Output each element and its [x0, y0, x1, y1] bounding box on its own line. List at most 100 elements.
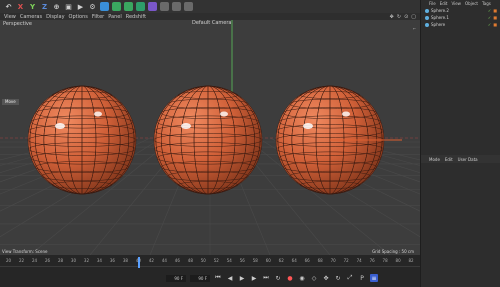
last-frame-icon[interactable]: ⏭	[262, 274, 270, 282]
timeline-tick: 76	[369, 258, 375, 263]
menu-options[interactable]: Options	[69, 14, 88, 20]
record-icon[interactable]: ●	[286, 274, 294, 282]
sphere-object-icon	[425, 8, 429, 13]
scene-icon[interactable]	[172, 2, 181, 11]
axis-z-icon[interactable]: Z	[40, 2, 49, 11]
object-row[interactable]: Sphere.2 ✓ ■	[421, 7, 500, 14]
axis-y-icon[interactable]: Y	[28, 2, 37, 11]
visibility-check-icon[interactable]: ✓	[488, 22, 491, 27]
render-view-icon[interactable]: ▶	[76, 2, 85, 11]
field-icon[interactable]	[160, 2, 169, 11]
maximize-view-icon[interactable]: ▢	[411, 14, 416, 20]
timeline-tick: 82	[408, 258, 414, 263]
viewport-name: Perspective	[3, 20, 32, 27]
pen-icon[interactable]	[112, 2, 121, 11]
rotate-view-icon[interactable]: ↻	[397, 14, 401, 20]
axis-x-icon[interactable]: X	[16, 2, 25, 11]
material-tag-icon[interactable]: ■	[493, 15, 497, 20]
sphere-highlight	[342, 111, 350, 117]
timeline-playhead[interactable]	[138, 257, 140, 268]
om-menu-edit[interactable]: Edit	[440, 1, 448, 6]
timeline-tick: 48	[187, 258, 193, 263]
timeline-tick: 58	[252, 258, 258, 263]
timeline: 2022242628303234363840424446485052545658…	[0, 255, 420, 287]
3d-viewport[interactable]: Perspective Default Camera ⌐ Move View T…	[0, 20, 420, 255]
material-tag-icon[interactable]: ■	[493, 8, 497, 13]
timeline-tick: 52	[213, 258, 219, 263]
timeline-tick: 72	[343, 258, 349, 263]
timeline-tick: 68	[317, 258, 323, 263]
timeline-tick: 34	[96, 258, 102, 263]
timeline-tick: 54	[226, 258, 232, 263]
coordinate-icon[interactable]: ⊕	[52, 2, 61, 11]
prev-key-icon[interactable]: ◀	[226, 274, 234, 282]
timeline-tick: 42	[148, 258, 154, 263]
attr-tab-edit[interactable]: Edit	[445, 157, 453, 162]
rotation-key-icon[interactable]: ↻	[334, 274, 342, 282]
deformer-icon[interactable]	[148, 2, 157, 11]
timeline-tick: 24	[31, 258, 38, 263]
attr-tab-user-data[interactable]: User Data	[458, 157, 478, 162]
attribute-manager-body	[421, 163, 500, 287]
loop-icon[interactable]: ↻	[274, 274, 282, 282]
attr-tab-mode[interactable]: Mode	[429, 157, 440, 162]
render-region-icon[interactable]: ▣	[64, 2, 73, 11]
menu-display[interactable]: Display	[46, 14, 64, 20]
timeline-menu-icon[interactable]: ≡	[370, 274, 378, 282]
object-row[interactable]: Sphere ✓ ■	[421, 21, 500, 28]
menu-cameras[interactable]: Cameras	[20, 14, 42, 20]
timeline-tick: 64	[291, 258, 297, 263]
menu-view[interactable]: View	[4, 14, 16, 20]
timeline-tick: 50	[200, 258, 206, 263]
om-menu-file[interactable]: File	[429, 1, 436, 6]
camera-label[interactable]: Default Camera	[192, 20, 231, 26]
timeline-tick: 66	[304, 258, 310, 263]
sphere-highlight	[181, 123, 191, 129]
cube-icon[interactable]	[100, 2, 109, 11]
first-frame-icon[interactable]: ⏮	[214, 274, 222, 282]
visibility-check-icon[interactable]: ✓	[488, 8, 491, 13]
render-settings-icon[interactable]: ⚙	[88, 2, 97, 11]
param-key-icon[interactable]: P	[358, 274, 366, 282]
timeline-tick: 22	[18, 258, 25, 263]
om-menu-tags[interactable]: Tags	[482, 1, 491, 6]
om-menu-view[interactable]: View	[451, 1, 461, 6]
timeline-tick: 62	[278, 258, 284, 263]
manager-panel: File Edit View Object Tags Sphere.2 ✓ ■ S…	[420, 0, 500, 287]
next-key-icon[interactable]: ▶	[250, 274, 258, 282]
object-name: Sphere	[431, 22, 446, 27]
timeline-tick: 36	[109, 258, 115, 263]
scale-key-icon[interactable]: ⤢	[346, 274, 354, 282]
object-manager-menu: File Edit View Object Tags	[421, 0, 500, 7]
keyframe-icon[interactable]: ◇	[310, 274, 318, 282]
position-key-icon[interactable]: ✥	[322, 274, 330, 282]
subdivision-icon[interactable]	[124, 2, 133, 11]
start-frame-field[interactable]: 90 F	[166, 274, 186, 282]
timeline-tick: 20	[6, 258, 12, 263]
light-icon[interactable]	[184, 2, 193, 11]
timeline-tick: 74	[356, 258, 362, 263]
menu-filter[interactable]: Filter	[92, 14, 104, 20]
timeline-tick: 70	[330, 258, 336, 263]
object-row[interactable]: Sphere.1 ✓ ■	[421, 14, 500, 21]
zoom-view-icon[interactable]: ⊙	[404, 14, 408, 20]
menu-redshift[interactable]: Redshift	[126, 14, 146, 20]
end-frame-field[interactable]: 90 F	[190, 274, 210, 282]
visibility-check-icon[interactable]: ✓	[488, 15, 491, 20]
array-icon[interactable]	[136, 2, 145, 11]
sphere-highlight	[94, 111, 102, 117]
material-tag-icon[interactable]: ■	[493, 22, 497, 27]
timeline-tick: 44	[161, 258, 167, 263]
om-menu-object[interactable]: Object	[465, 1, 478, 6]
play-icon[interactable]: ▶	[238, 274, 246, 282]
move-view-icon[interactable]: ✥	[390, 14, 394, 20]
attribute-manager-header: Mode Edit User Data	[421, 155, 500, 163]
timeline-ruler[interactable]: 2022242628303234363840424446485052545658…	[0, 258, 420, 267]
timeline-tick: 26	[44, 258, 51, 263]
viewport-axis-icon: ⌐	[412, 26, 416, 31]
object-name: Sphere.1	[431, 15, 449, 20]
autokey-icon[interactable]: ◉	[298, 274, 306, 282]
undo-icon[interactable]: ↶	[4, 2, 13, 11]
sphere-object-icon	[425, 22, 429, 27]
menu-panel[interactable]: Panel	[108, 14, 122, 20]
